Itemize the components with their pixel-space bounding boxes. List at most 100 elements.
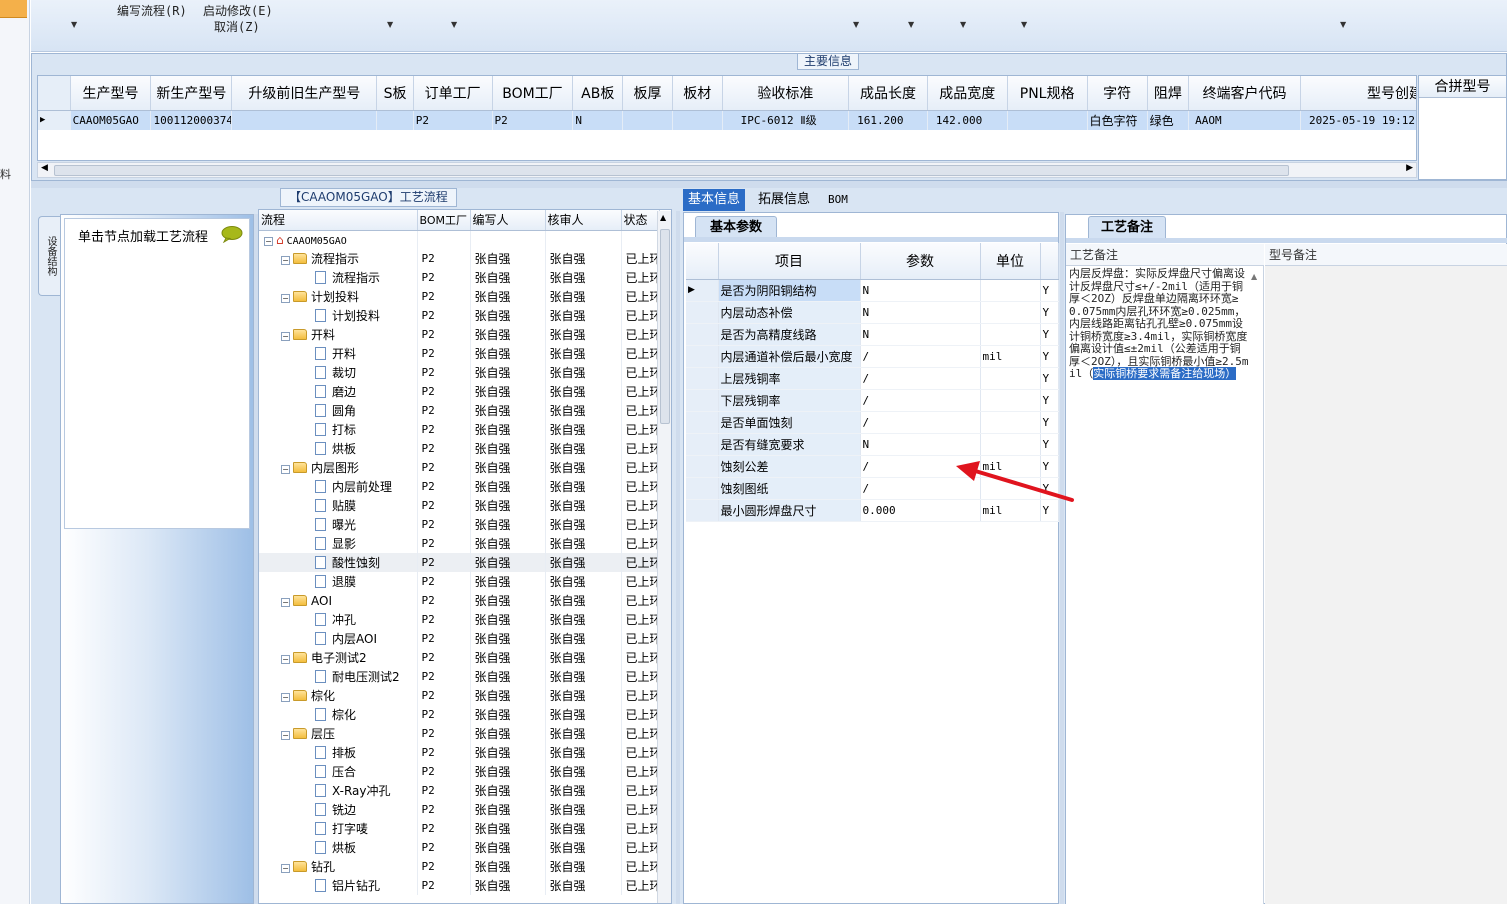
basic-params-tab[interactable]: 基本参数 [695, 216, 777, 238]
cell[interactable] [622, 110, 673, 130]
param-cell-item[interactable]: 是否单面蚀刻 [718, 411, 861, 434]
tree-row[interactable]: − 棕化 P2 张自强 张自强 已上环 [259, 686, 660, 705]
param-row[interactable]: 上层残铜率 / Y [686, 367, 1059, 390]
tree-cell-reviewer[interactable]: 张自强 [545, 553, 622, 572]
tree-node[interactable]: 流程指示 [259, 268, 418, 287]
tree-row[interactable]: 计划投料 P2 张自强 张自强 已上环 [259, 306, 660, 325]
col-header[interactable]: 升级前旧生产型号 [231, 76, 378, 111]
tree-row[interactable]: − 电子测试2 P2 张自强 张自强 已上环 [259, 648, 660, 667]
scroll-thumb[interactable] [660, 229, 670, 424]
cell[interactable]: P2 [492, 110, 574, 130]
param-cell-flag[interactable]: Y [1040, 345, 1059, 368]
tree-node[interactable]: 计划投料 [259, 306, 418, 325]
tree-cell-bom[interactable]: P2 [417, 344, 471, 363]
dropdown-arrow-icon[interactable]: ▼ [451, 20, 457, 29]
tree-cell-status[interactable]: 已上环 [621, 439, 660, 458]
param-row[interactable]: 是否为高精度线路 N Y [686, 323, 1059, 346]
tree-row[interactable]: 铣边 P2 张自强 张自强 已上环 [259, 800, 660, 819]
tree-node[interactable]: 烘板 [259, 838, 418, 857]
col-header[interactable]: 订单工厂 [413, 76, 493, 111]
tree-cell-reviewer[interactable]: 张自强 [545, 686, 622, 705]
collapse-icon[interactable]: − [281, 655, 290, 664]
tree-cell-status[interactable]: 已上环 [621, 268, 660, 287]
tree-vertical-scrollbar[interactable]: ▲ [657, 211, 671, 903]
col-header[interactable]: 字符 [1087, 76, 1148, 111]
row-header[interactable] [686, 499, 719, 522]
tree-row[interactable]: 烘板 P2 张自强 张自强 已上环 [259, 838, 660, 857]
col-header[interactable]: 项目 [718, 243, 861, 280]
tree-cell-bom[interactable]: P2 [417, 838, 471, 857]
tree-row[interactable]: 显影 P2 张自强 张自强 已上环 [259, 534, 660, 553]
tree-cell-reviewer[interactable]: 张自强 [545, 458, 622, 477]
param-row[interactable]: 是否有缝宽要求 N Y [686, 433, 1059, 456]
horizontal-splitter[interactable] [31, 181, 1507, 188]
tree-cell-status[interactable]: 已上环 [621, 534, 660, 553]
col-header[interactable]: PNL规格 [1007, 76, 1088, 111]
left-strip-highlight[interactable] [0, 0, 27, 18]
tree-cell-reviewer[interactable]: 张自强 [545, 477, 622, 496]
tree-cell-writer[interactable]: 张自强 [470, 477, 546, 496]
tree-row[interactable]: 耐电压测试2 P2 张自强 张自强 已上环 [259, 667, 660, 686]
tree-cell-reviewer[interactable]: 张自强 [545, 534, 622, 553]
row-header[interactable] [686, 477, 719, 500]
tree-row[interactable]: 裁切 P2 张自强 张自强 已上环 [259, 363, 660, 382]
param-cell-value[interactable]: / [860, 345, 981, 368]
tree-root-row[interactable]: − ⌂ CAAOM05GAO [259, 230, 660, 249]
tree-row[interactable]: 铝片钻孔 P2 张自强 张自强 已上环 [259, 876, 660, 895]
tree-cell-reviewer[interactable]: 张自强 [545, 401, 622, 420]
param-cell-value[interactable]: N [860, 301, 981, 324]
vertical-splitter[interactable] [1060, 212, 1064, 904]
tree-cell-bom[interactable]: P2 [417, 268, 471, 287]
tree-cell-reviewer[interactable]: 张自强 [545, 857, 622, 876]
write-process-button[interactable]: 编写流程(R) [117, 2, 187, 19]
tree-node[interactable]: 打字唛 [259, 819, 418, 838]
param-cell-flag[interactable]: Y [1040, 279, 1059, 302]
cell[interactable] [1007, 110, 1088, 130]
tree-cell-bom[interactable]: P2 [417, 610, 471, 629]
tree-cell-reviewer[interactable]: 张自强 [545, 648, 622, 667]
param-cell-item[interactable]: 内层动态补偿 [718, 301, 861, 324]
tree-cell-bom[interactable]: P2 [417, 306, 471, 325]
tree-cell-writer[interactable]: 张自强 [470, 515, 546, 534]
tree-cell-reviewer[interactable]: 张自强 [545, 629, 622, 648]
tree-node[interactable]: − AOI [259, 591, 418, 610]
collapse-icon[interactable]: − [281, 256, 290, 265]
tree-row[interactable]: 压合 P2 张自强 张自强 已上环 [259, 762, 660, 781]
tree-cell-writer[interactable]: 张自强 [470, 610, 546, 629]
tree-cell-bom[interactable]: P2 [417, 629, 471, 648]
tree-cell-reviewer[interactable]: 张自强 [545, 876, 622, 895]
cell[interactable]: 161.200 [848, 110, 928, 130]
collapse-icon[interactable]: − [264, 236, 273, 246]
col-header[interactable]: S板 [376, 76, 414, 111]
collapse-icon[interactable]: − [281, 693, 290, 702]
tab-bom[interactable]: BOM [823, 189, 853, 211]
cell[interactable]: 2025-05-19 19:12:55 [1300, 110, 1416, 130]
tree-row[interactable]: − AOI P2 张自强 张自强 已上环 [259, 591, 660, 610]
tree-cell-bom[interactable]: P2 [417, 705, 471, 724]
dropdown-arrow-icon[interactable]: ▼ [387, 20, 393, 29]
tree-row[interactable]: − 开料 P2 张自强 张自强 已上环 [259, 325, 660, 344]
tree-row[interactable]: 打标 P2 张自强 张自强 已上环 [259, 420, 660, 439]
scroll-up-icon[interactable]: ▲ [660, 213, 666, 222]
tree-cell-status[interactable]: 已上环 [621, 876, 660, 895]
cancel-button[interactable]: 取消(Z) [214, 18, 260, 35]
param-cell-value[interactable]: / [860, 367, 981, 390]
param-cell-unit[interactable]: mil [980, 345, 1041, 368]
tree-row[interactable]: 流程指示 P2 张自强 张自强 已上环 [259, 268, 660, 287]
param-cell-flag[interactable]: Y [1040, 433, 1059, 456]
param-cell-unit[interactable] [980, 411, 1041, 434]
tree-node[interactable]: 打标 [259, 420, 418, 439]
tree-cell-status[interactable]: 已上环 [621, 496, 660, 515]
tree-cell-bom[interactable]: P2 [417, 363, 471, 382]
param-cell-item[interactable]: 最小圆形焊盘尺寸 [718, 499, 861, 522]
param-cell-item[interactable]: 内层通道补偿后最小宽度 [718, 345, 861, 368]
row-header[interactable] [686, 433, 719, 456]
param-cell-flag[interactable]: Y [1040, 367, 1059, 390]
start-modify-button[interactable]: 启动修改(E) [203, 2, 273, 19]
tree-cell-bom[interactable]: P2 [417, 287, 471, 306]
tree-cell-writer[interactable]: 张自强 [470, 648, 546, 667]
tree-row[interactable]: 冲孔 P2 张自强 张自强 已上环 [259, 610, 660, 629]
col-header[interactable]: 终端客户代码 [1188, 76, 1302, 111]
tree-cell-status[interactable]: 已上环 [621, 401, 660, 420]
tree-node[interactable]: − 计划投料 [259, 287, 418, 306]
